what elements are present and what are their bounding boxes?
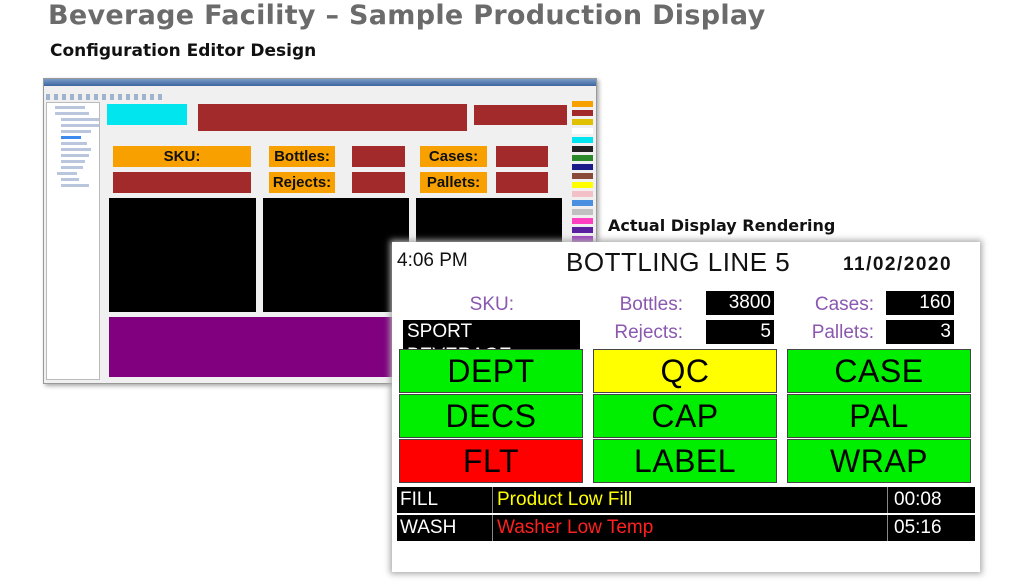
editor-tile-block-1 [109, 198, 256, 312]
status-tile-case: CASE [787, 349, 971, 393]
bottles-label: Bottles: [619, 294, 683, 315]
palette-swatch [572, 200, 593, 206]
display-time: 4:06 PM [397, 250, 468, 271]
display-date: 11/02/2020 [843, 254, 953, 275]
editor-title-bar [44, 79, 596, 86]
alarm-station: FILL [400, 489, 439, 510]
editor-sku-label: SKU: [113, 146, 251, 167]
editor-time-block [107, 104, 187, 125]
alarm-message: Washer Low Temp [492, 515, 885, 541]
palette-swatch [572, 164, 593, 170]
editor-menu-bar [46, 87, 246, 93]
status-tile-dept: DEPT [399, 349, 583, 393]
editor-cases-value [496, 146, 548, 167]
status-tile-qc: QC [593, 349, 777, 393]
editor-rejects-label: Rejects: [269, 172, 335, 193]
editor-bottles-label: Bottles: [269, 146, 335, 167]
status-tile-flt: FLT [399, 439, 583, 483]
alarm-time: 00:08 [887, 487, 975, 513]
palette-swatch [572, 137, 593, 143]
palette-swatch [572, 182, 593, 188]
palette-swatch [572, 128, 593, 134]
editor-pallets-label: Pallets: [420, 172, 487, 193]
editor-tree-panel [46, 102, 100, 380]
bottles-value: 3800 [706, 291, 774, 315]
palette-swatch [572, 209, 593, 215]
editor-toolbar [46, 94, 166, 100]
sku-label: SKU: [469, 294, 514, 315]
palette-swatch [572, 191, 593, 197]
display-line-title: BOTTLING LINE 5 [566, 247, 791, 277]
editor-tile-block-2 [263, 198, 409, 312]
cases-value: 160 [886, 291, 954, 315]
editor-pallets-value [496, 172, 548, 193]
palette-swatch [572, 110, 593, 116]
page-title: Beverage Facility – Sample Production Di… [48, 0, 766, 31]
status-tile-wrap: WRAP [787, 439, 971, 483]
palette-swatch [572, 155, 593, 161]
alarm-row: FILL Product Low Fill 00:08 [397, 487, 975, 513]
palette-swatch [572, 146, 593, 152]
palette-swatch [572, 227, 593, 233]
palette-swatch [572, 218, 593, 224]
palette-swatch [572, 173, 593, 179]
page-subtitle: Configuration Editor Design [50, 41, 317, 61]
editor-cases-label: Cases: [420, 146, 487, 167]
palette-swatch [572, 101, 593, 107]
status-tile-pal: PAL [787, 394, 971, 438]
editor-title-block [198, 104, 467, 131]
palette-swatch [572, 119, 593, 125]
alarm-time: 05:16 [887, 515, 975, 541]
render-label: Actual Display Rendering [608, 216, 836, 235]
editor-rejects-value [352, 172, 405, 193]
alarm-message: Product Low Fill [492, 487, 885, 513]
production-display: 4:06 PM BOTTLING LINE 5 11/02/2020 SKU: … [392, 242, 980, 572]
status-tile-decs: DECS [399, 394, 583, 438]
status-tile-label: LABEL [593, 439, 777, 483]
editor-bottles-value [352, 146, 405, 167]
editor-date-block [474, 105, 567, 125]
alarm-station: WASH [400, 517, 457, 538]
rejects-label: Rejects: [614, 322, 683, 343]
alarm-row: WASH Washer Low Temp 05:16 [397, 515, 975, 541]
cases-label: Cases: [814, 294, 874, 315]
rejects-value: 5 [706, 320, 774, 344]
editor-sku-value [113, 172, 251, 193]
status-tile-cap: CAP [593, 394, 777, 438]
pallets-value: 3 [886, 320, 954, 344]
pallets-label: Pallets: [811, 322, 874, 343]
